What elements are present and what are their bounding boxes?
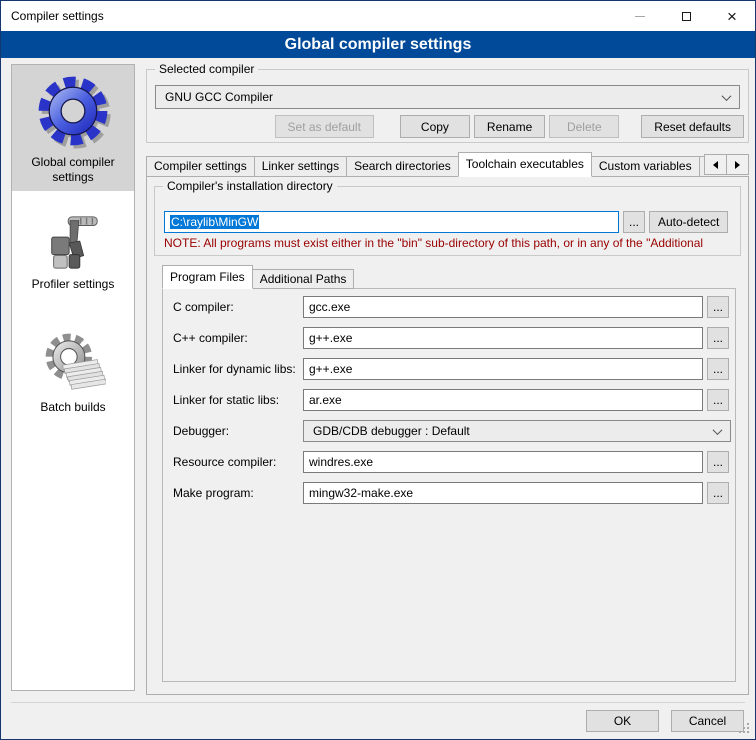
delete-button: Delete (549, 115, 619, 138)
resource-compiler-browse-button[interactable]: ... (707, 451, 729, 473)
rename-button[interactable]: Rename (474, 115, 545, 138)
maximize-button[interactable] (663, 1, 709, 31)
row-c-compiler: C++ compiler: g++.exe... (173, 327, 735, 349)
row-c-compiler: C compiler: gcc.exe... (173, 296, 735, 318)
compiler-button-row: Set as default CopyRenameDelete Reset defa… (147, 115, 748, 138)
linker-for-dynamic-libs-value: g++.exe (309, 362, 352, 376)
row-make-program: Make program: mingw32-make.exe... (173, 482, 735, 504)
sidebar-item-global-compiler-settings[interactable]: Global compiler settings (12, 65, 134, 191)
program-files-tab-strip: Program FilesAdditional Paths (162, 265, 748, 289)
auto-detect-button[interactable]: Auto-detect (649, 211, 728, 233)
installation-directory-group-label: Compiler's installation directory (163, 179, 337, 193)
subtab-additional-paths[interactable]: Additional Paths (252, 269, 355, 289)
blue-gear-icon (33, 71, 113, 151)
cancel-button[interactable]: Cancel (671, 710, 744, 732)
close-button[interactable]: × (709, 1, 755, 31)
selected-compiler-value: GNU GCC Compiler (165, 90, 723, 104)
resize-grip[interactable] (739, 723, 741, 725)
field-label-make-program: Make program: (173, 486, 303, 500)
c-compiler-value: gcc.exe (309, 300, 350, 314)
window-controls: × (617, 1, 755, 31)
debugger-dropdown[interactable]: GDB/CDB debugger : Default (303, 420, 731, 442)
tab-linker-settings[interactable]: Linker settings (254, 156, 347, 177)
row-resource-compiler: Resource compiler: windres.exe... (173, 451, 735, 473)
maximize-icon (682, 12, 691, 21)
linker-for-static-libs-browse-button[interactable]: ... (707, 389, 729, 411)
install-dir-browse-button[interactable]: ... (623, 211, 645, 233)
linker-for-dynamic-libs-input[interactable]: g++.exe (303, 358, 703, 380)
selected-compiler-group-label: Selected compiler (155, 62, 258, 76)
set-as-default-button: Set as default (275, 115, 374, 138)
chevron-down-icon (713, 425, 723, 435)
c-compiler-value: g++.exe (309, 331, 352, 345)
c-compiler-browse-button[interactable]: ... (707, 327, 729, 349)
row-linker-for-dynamic-libs: Linker for dynamic libs: g++.exe... (173, 358, 735, 380)
tab-custom-variables[interactable]: Custom variables (591, 156, 700, 177)
linker-for-static-libs-input[interactable]: ar.exe (303, 389, 703, 411)
sidebar-item-profiler-settings[interactable]: Profiler settings (12, 205, 134, 298)
tab-search-directories[interactable]: Search directories (346, 156, 459, 177)
titlebar[interactable]: Compiler settings × (1, 1, 755, 31)
installation-directory-row: C:\raylib\MinGW ... Auto-detect (164, 211, 731, 233)
copy-button[interactable]: Copy (400, 115, 470, 138)
install-dir-selected-text: C:\raylib\MinGW (170, 215, 259, 229)
reset-defaults-button[interactable]: Reset defaults (641, 115, 744, 138)
field-label-debugger: Debugger: (173, 424, 303, 438)
field-label-linker-for-dynamic-libs: Linker for dynamic libs: (173, 362, 303, 376)
subtab-program-files[interactable]: Program Files (162, 265, 253, 289)
selected-compiler-group: Selected compiler GNU GCC Compiler Set a… (146, 69, 749, 143)
tab-toolchain-executables[interactable]: Toolchain executables (458, 152, 592, 177)
make-program-value: mingw32-make.exe (309, 486, 413, 500)
compiler-settings-dialog: Compiler settings × Global compiler sett… (0, 0, 756, 740)
debugger-value: GDB/CDB debugger : Default (313, 424, 714, 438)
c-compiler-input[interactable]: g++.exe (303, 327, 703, 349)
linker-for-dynamic-libs-browse-button[interactable]: ... (707, 358, 729, 380)
sidebar-item-label: Batch builds (40, 400, 105, 415)
row-linker-for-static-libs: Linker for static libs: ar.exe... (173, 389, 735, 411)
caliper-blocks-icon (42, 211, 104, 273)
toolchain-executables-page: Compiler's installation directory C:\ray… (146, 176, 749, 695)
selected-compiler-dropdown[interactable]: GNU GCC Compiler (155, 85, 740, 109)
tab-scroll-right-button[interactable] (726, 154, 749, 175)
make-program-input[interactable]: mingw32-make.exe (303, 482, 703, 504)
window-title: Compiler settings (11, 1, 104, 31)
triangle-left-icon (713, 161, 718, 169)
resource-compiler-value: windres.exe (309, 455, 373, 469)
footer-divider (11, 702, 745, 703)
tab-scroll-left-button[interactable] (704, 154, 727, 175)
main-tab-strip: Compiler settingsLinker settingsSearch d… (146, 152, 749, 177)
dialog-header-title: Global compiler settings (285, 36, 472, 53)
main-content: Selected compiler GNU GCC Compiler Set a… (146, 58, 749, 691)
field-label-c-compiler: C compiler: (173, 300, 303, 314)
tab-compiler-settings[interactable]: Compiler settings (146, 156, 255, 177)
triangle-right-icon (735, 161, 740, 169)
ok-button[interactable]: OK (586, 710, 659, 732)
c-compiler-browse-button[interactable]: ... (707, 296, 729, 318)
program-files-page: C compiler: gcc.exe... C++ compiler: g++.ex… (162, 288, 736, 682)
field-label-linker-for-static-libs: Linker for static libs: (173, 393, 303, 407)
settings-category-list: Global compiler settings Profiler settin… (11, 64, 135, 691)
resource-compiler-input[interactable]: windres.exe (303, 451, 703, 473)
field-label-c-compiler: C++ compiler: (173, 331, 303, 345)
dialog-header: Global compiler settings (1, 31, 755, 58)
make-program-browse-button[interactable]: ... (707, 482, 729, 504)
minimize-button[interactable] (617, 1, 663, 31)
chevron-down-icon (722, 91, 732, 101)
sidebar-item-label: Global compiler settings (14, 155, 132, 185)
field-label-resource-compiler: Resource compiler: (173, 455, 303, 469)
tab-scroll-arrows (705, 154, 749, 175)
install-dir-input[interactable]: C:\raylib\MinGW (164, 211, 619, 233)
installation-directory-group: Compiler's installation directory C:\ray… (154, 186, 741, 256)
sidebar-item-batch-builds[interactable]: Batch builds (12, 324, 134, 421)
linker-for-static-libs-value: ar.exe (309, 393, 342, 407)
bin-subdirectory-note: NOTE: All programs must exist either in … (164, 236, 731, 250)
close-icon: × (727, 8, 737, 25)
c-compiler-input[interactable]: gcc.exe (303, 296, 703, 318)
row-debugger: Debugger: GDB/CDB debugger : Default (173, 420, 735, 442)
minimize-icon (635, 16, 645, 17)
gray-gear-papers-icon (40, 330, 106, 396)
sidebar-item-label: Profiler settings (32, 277, 115, 292)
